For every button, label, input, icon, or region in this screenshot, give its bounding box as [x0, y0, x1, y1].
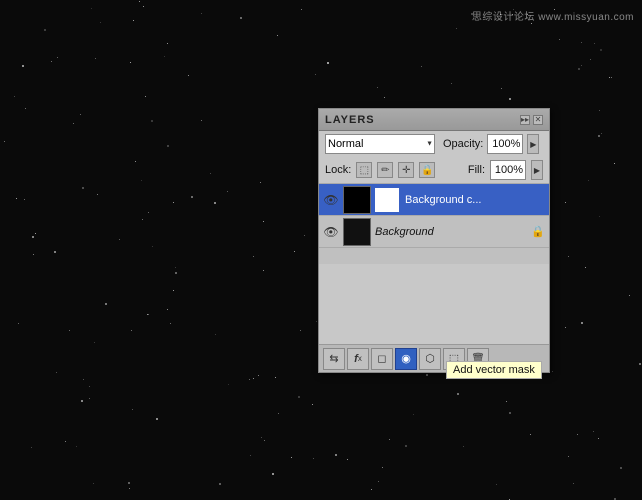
link-icon: ⇆: [329, 352, 338, 365]
add-vector-mask-tooltip: Add vector mask: [446, 361, 542, 379]
blend-mode-select[interactable]: Normal: [325, 134, 435, 154]
panel-title: LAYERS: [325, 114, 375, 126]
lock-label: Lock:: [325, 164, 351, 176]
panel-toolbar: ⇆ fx ◻ ◉ Add vector mask ⬡ ⬚ 🗑: [319, 344, 549, 372]
layer-thumb-pair-bg-copy: [343, 186, 401, 214]
add-pixel-mask-btn[interactable]: ◻: [371, 348, 393, 370]
layer-name-bg: Background: [375, 226, 527, 238]
pixel-mask-icon: ◻: [377, 352, 386, 365]
layer-row-bg[interactable]: 👁 Background 🔒: [319, 216, 549, 248]
layer-mask-thumb-bg-copy: [373, 186, 401, 214]
create-adjustment-btn[interactable]: ⬡: [419, 348, 441, 370]
lock-row: Lock: ⬚ ✏ ✛ 🔒 Fill: ▶: [319, 157, 549, 184]
link-layers-btn[interactable]: ⇆: [323, 348, 345, 370]
opacity-arrow-btn[interactable]: ▶: [527, 134, 539, 154]
lock-transparent-icon[interactable]: ⬚: [356, 162, 372, 178]
add-vector-mask-btn[interactable]: ◉ Add vector mask: [395, 348, 417, 370]
layers-empty-area: [319, 264, 549, 344]
layer-thumb-bg-copy: [343, 186, 371, 214]
panel-collapse-btn[interactable]: ▸▸: [520, 115, 530, 125]
layers-panel: LAYERS ▸▸ ✕ Normal Opacity: ▶ Lock: ⬚ ✏ …: [318, 108, 550, 373]
blend-mode-wrapper: Normal: [325, 134, 435, 154]
lock-position-icon[interactable]: ✛: [398, 162, 414, 178]
layer-lock-icon-bg: 🔒: [531, 225, 545, 238]
opacity-input[interactable]: [487, 134, 523, 154]
fill-input[interactable]: [490, 160, 526, 180]
fx-btn[interactable]: fx: [347, 348, 369, 370]
panel-close-btn[interactable]: ✕: [533, 115, 543, 125]
fill-label: Fill:: [468, 164, 485, 176]
visibility-icon-bg[interactable]: 👁: [323, 224, 339, 240]
lock-image-icon[interactable]: ✏: [377, 162, 393, 178]
watermark: 思综设计论坛 www.missyuan.com: [472, 8, 634, 23]
blend-mode-row: Normal Opacity: ▶: [319, 131, 549, 157]
adjustment-icon: ⬡: [425, 352, 435, 365]
panel-titlebar: LAYERS ▸▸ ✕: [319, 109, 549, 131]
visibility-icon-bg-copy[interactable]: 👁: [323, 192, 339, 208]
vector-mask-icon: ◉: [401, 352, 411, 365]
layer-row-bg-copy[interactable]: 👁 Background c...: [319, 184, 549, 216]
opacity-label: Opacity:: [443, 138, 483, 150]
fill-arrow-btn[interactable]: ▶: [531, 160, 543, 180]
layer-name-bg-copy: Background c...: [405, 194, 545, 206]
lock-all-icon[interactable]: 🔒: [419, 162, 435, 178]
layers-list: 👁 Background c... 👁 Background 🔒: [319, 184, 549, 264]
panel-title-controls: ▸▸ ✕: [520, 115, 543, 125]
layer-thumb-bg: [343, 218, 371, 246]
